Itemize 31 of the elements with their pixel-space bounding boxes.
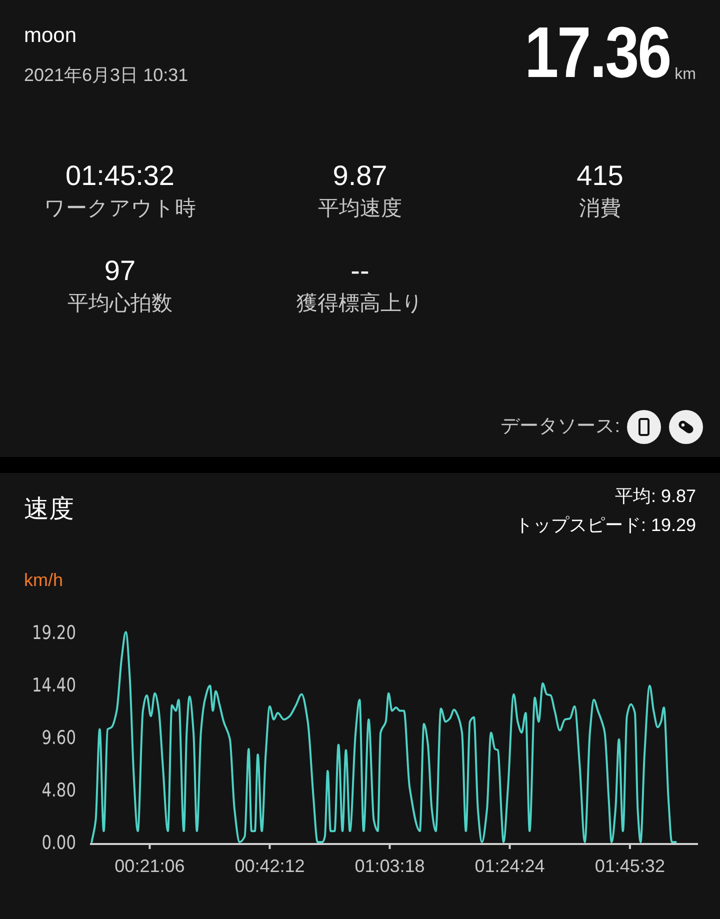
stat-label: 平均心拍数 (68, 291, 172, 317)
distance-unit: km (674, 64, 696, 84)
data-source-label: データソース: (500, 414, 620, 439)
stat-label: ワークアウト時 (44, 196, 196, 222)
stat-value: -- (350, 254, 370, 288)
y-tick-label: 4.80 (42, 780, 76, 802)
distance-value: 17.36 (525, 16, 671, 88)
top-speed: トップスピード: 19.29 (514, 514, 696, 537)
unit-label: km/h (23, 569, 64, 592)
x-tick-label: 00:42:12 (234, 856, 305, 874)
x-tick-label: 01:45:32 (594, 856, 665, 874)
band-icon[interactable] (668, 409, 704, 445)
y-tick-label: 14.40 (32, 674, 76, 697)
stat-value: 01:45:32 (66, 158, 174, 192)
user-name: moon (24, 23, 78, 49)
section-title: 速度 (24, 494, 74, 525)
y-tick-label: 0.00 (42, 832, 76, 854)
average-speed: 平均: 9.87 (614, 485, 696, 508)
stat-value: 415 (576, 158, 624, 192)
y-tick-label: 19.20 (32, 622, 76, 644)
x-tick-label: 01:24:24 (474, 856, 545, 874)
y-tick-label: 9.60 (42, 727, 76, 750)
stat-label: 消費 (579, 196, 621, 222)
stat-value: 97 (104, 254, 136, 288)
stat-label: 平均速度 (318, 196, 402, 222)
workout-datetime: 2021年6月3日 10:31 (24, 64, 188, 86)
x-tick-label: 01:03:18 (354, 856, 425, 874)
stat-value: 9.87 (332, 158, 388, 192)
phone-icon[interactable] (626, 409, 662, 445)
x-tick-label: 00:21:06 (114, 856, 185, 874)
stat-label: 獲得標高上り (296, 291, 424, 317)
